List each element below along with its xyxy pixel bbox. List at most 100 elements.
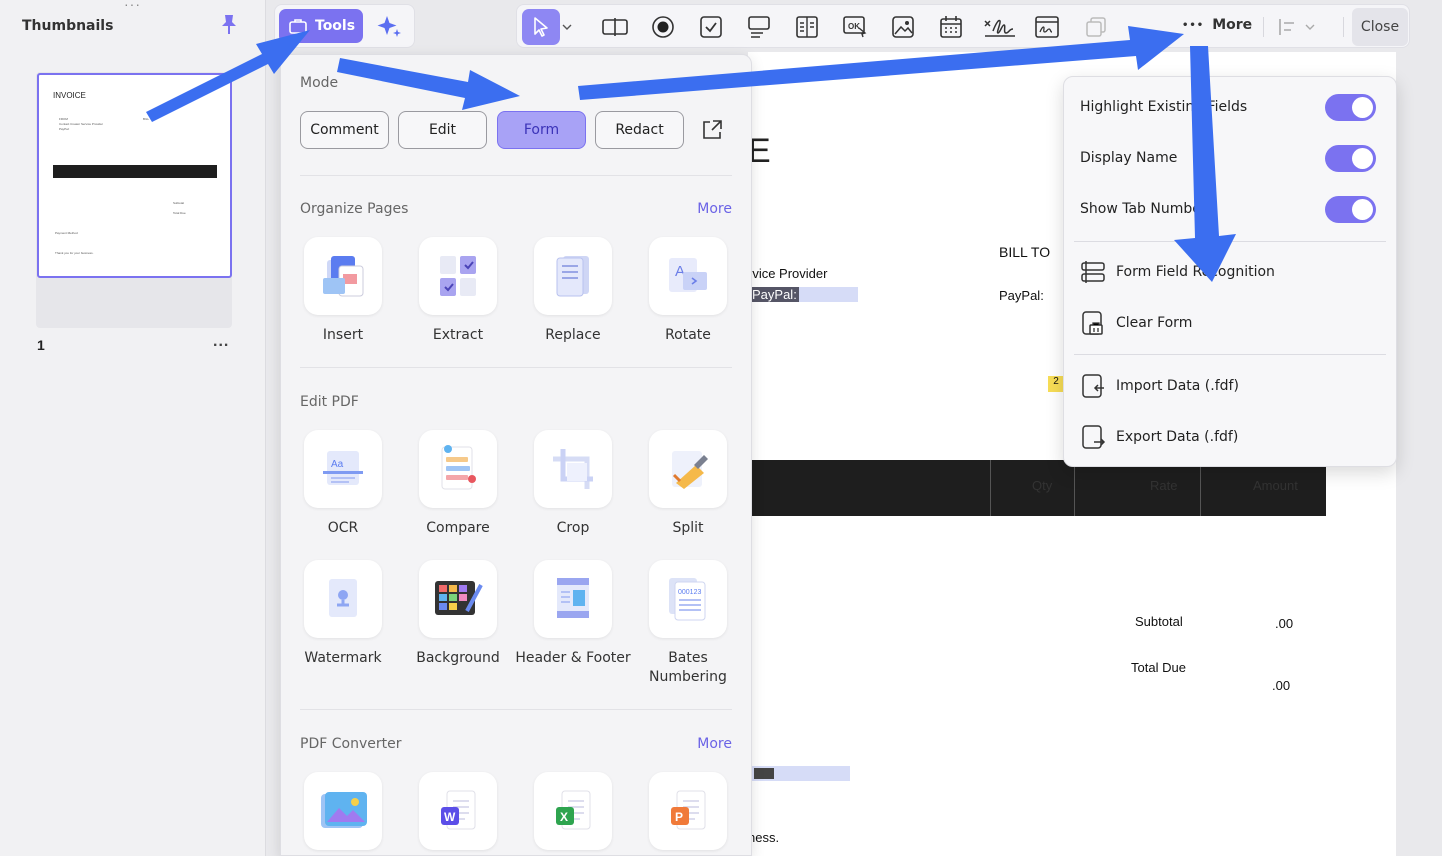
doc-paypal: PayPal:: [999, 288, 1044, 303]
mini-bill-to: BILL TO: [143, 117, 154, 121]
mode-form-button[interactable]: Form: [497, 111, 586, 149]
bates-numbering-label: Bates Numbering: [649, 650, 727, 685]
split-label: Split: [672, 520, 704, 536]
organize-more-link[interactable]: More: [697, 201, 732, 217]
more-dots-icon: •••: [1182, 19, 1205, 31]
more-button[interactable]: ••• More: [1182, 17, 1252, 33]
pdf-converter-title: PDF Converter: [300, 736, 402, 752]
toolbox-icon: [289, 19, 307, 34]
subtotal-label: Subtotal: [1135, 614, 1183, 629]
clear-form-icon: [1082, 311, 1103, 335]
combo-box-icon[interactable]: [745, 13, 773, 41]
chevron-down-icon[interactable]: [561, 13, 573, 41]
tools-panel: Mode Comment Edit Form Redact Organize P…: [280, 54, 752, 856]
tools-group: Tools: [274, 4, 415, 48]
text-field-icon[interactable]: [601, 13, 629, 41]
clear-form-item[interactable]: Clear Form: [1080, 303, 1380, 343]
compare-icon: [419, 430, 497, 508]
bates-numbering-tool[interactable]: 000123 Bates Numbering: [630, 560, 746, 687]
replace-tool[interactable]: Replace: [515, 237, 631, 345]
rate-header: Rate: [1150, 478, 1178, 493]
drag-handle[interactable]: ···: [124, 0, 141, 11]
payment-form-field[interactable]: [748, 766, 850, 781]
mini-heading: INVOICE: [53, 91, 86, 100]
show-tab-number-toggle[interactable]: [1325, 195, 1376, 223]
powerpoint-icon: P: [649, 772, 727, 850]
display-name-row[interactable]: Display Name: [1080, 138, 1380, 178]
mini-from: FROM: [59, 117, 68, 121]
watermark-icon: [304, 560, 382, 638]
digital-signature-icon[interactable]: [1033, 13, 1061, 41]
total-due-label: Total Due: [1131, 660, 1186, 675]
mini-payment: Payment Method: [55, 231, 78, 235]
display-name-toggle[interactable]: [1325, 144, 1376, 172]
tools-button[interactable]: Tools: [279, 9, 363, 43]
tools-label: Tools: [315, 18, 356, 34]
thumbnail-page[interactable]: INVOICE FROM Contact Creator Service Pro…: [37, 73, 232, 278]
watermark-tool[interactable]: Watermark: [285, 560, 401, 668]
ocr-icon: Aa: [304, 430, 382, 508]
pin-icon[interactable]: [219, 13, 239, 35]
image-field-icon[interactable]: [889, 13, 917, 41]
align-icon[interactable]: [1277, 13, 1317, 41]
mini-table-header: [53, 165, 217, 178]
insert-icon: [304, 237, 382, 315]
list-box-icon[interactable]: [793, 13, 821, 41]
radio-button-icon[interactable]: [649, 13, 677, 41]
split-tool[interactable]: Split: [630, 430, 746, 538]
mode-title: Mode: [300, 75, 339, 91]
doc-footer-fragment: ness.: [748, 830, 780, 845]
edit-pdf-title: Edit PDF: [300, 394, 359, 410]
signature-icon[interactable]: [983, 13, 1017, 41]
paypal-form-field[interactable]: PayPal:: [748, 287, 858, 302]
insert-tool[interactable]: Insert: [285, 237, 401, 345]
select-tool-button[interactable]: [522, 9, 560, 45]
section-divider: [300, 175, 732, 176]
form-field-recognition-item[interactable]: Form Field Recognition: [1080, 252, 1380, 292]
extract-tool[interactable]: Extract: [400, 237, 516, 345]
svg-text:000123: 000123: [678, 589, 701, 596]
export-data-item[interactable]: Export Data (.fdf): [1080, 417, 1380, 457]
header-footer-label: Header & Footer: [515, 650, 631, 666]
ocr-tool[interactable]: Aa OCR: [285, 430, 401, 538]
show-tab-number-row[interactable]: Show Tab Number: [1080, 189, 1380, 229]
to-excel-tool[interactable]: X: [515, 772, 631, 850]
background-icon: [419, 560, 497, 638]
converter-more-link[interactable]: More: [697, 736, 732, 752]
ok-button-icon[interactable]: OK: [841, 13, 869, 41]
mode-comment-button[interactable]: Comment: [300, 111, 389, 149]
section-divider: [300, 709, 732, 710]
bates-numbering-icon: 000123: [649, 560, 727, 638]
show-tab-number-label: Show Tab Number: [1080, 201, 1207, 217]
mini-thanks: Thank you for your business.: [55, 251, 94, 255]
import-data-label: Import Data (.fdf): [1116, 378, 1239, 394]
to-image-tool[interactable]: [285, 772, 401, 850]
replace-label: Replace: [545, 327, 601, 343]
to-word-tool[interactable]: W: [400, 772, 516, 850]
mini-subtotal: Subtotal: [173, 201, 185, 205]
compare-tool[interactable]: Compare: [400, 430, 516, 538]
checkbox-icon[interactable]: [697, 13, 725, 41]
qty-header: Qty: [1032, 478, 1053, 493]
highlight-fields-toggle[interactable]: [1325, 93, 1376, 121]
rotate-tool[interactable]: A Rotate: [630, 237, 746, 345]
mode-edit-button[interactable]: Edit: [398, 111, 487, 149]
import-icon: [1082, 374, 1104, 398]
toolbar-divider: [1343, 17, 1344, 37]
rotate-icon: A: [649, 237, 727, 315]
clear-form-label: Clear Form: [1116, 315, 1193, 331]
highlight-fields-row[interactable]: Highlight Existing Fields: [1080, 87, 1380, 127]
mode-redact-button[interactable]: Redact: [595, 111, 684, 149]
page-more-button[interactable]: ...: [213, 333, 229, 351]
date-field-icon[interactable]: [937, 13, 965, 41]
to-powerpoint-tool[interactable]: P: [630, 772, 746, 850]
svg-text:W: W: [444, 810, 456, 824]
close-button[interactable]: Close: [1352, 8, 1408, 46]
form-toolbar: OK ••• More Close: [516, 4, 1410, 48]
header-footer-tool[interactable]: Header & Footer: [515, 560, 631, 668]
background-tool[interactable]: Background: [400, 560, 516, 668]
ai-sparkle-icon[interactable]: [375, 13, 403, 41]
crop-tool[interactable]: Crop: [515, 430, 631, 538]
open-external-icon[interactable]: [701, 119, 723, 146]
import-data-item[interactable]: Import Data (.fdf): [1080, 366, 1380, 406]
